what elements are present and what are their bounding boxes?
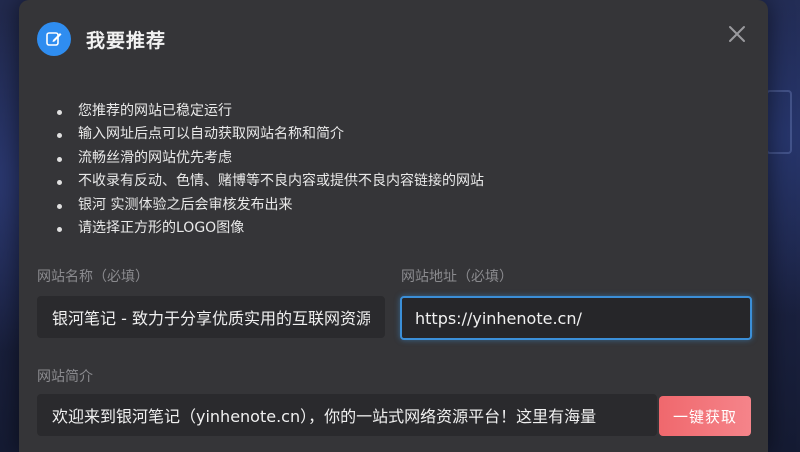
edit-icon — [37, 22, 71, 56]
guideline-item: 不收录有反动、色情、赌博等不良内容或提供不良内容链接的网站 — [57, 170, 484, 193]
background-decoration-icon — [766, 90, 792, 154]
auto-fetch-button[interactable]: 一键获取 — [659, 396, 751, 436]
guideline-item: 您推荐的网站已稳定运行 — [57, 100, 484, 123]
site-url-input[interactable] — [400, 296, 752, 340]
site-description-input[interactable] — [37, 394, 657, 436]
recommend-dialog: 我要推荐 您推荐的网站已稳定运行 输入网址后点可以自动获取网站名称和简介 流畅丝… — [19, 0, 768, 452]
site-name-input[interactable] — [37, 296, 385, 338]
guideline-item: 银河 实测体验之后会审核发布出来 — [57, 194, 484, 217]
site-name-label: 网站名称（必填） — [37, 269, 149, 285]
close-icon[interactable] — [725, 22, 749, 46]
guideline-item: 请选择正方形的LOGO图像 — [57, 217, 484, 240]
site-description-label: 网站简介 — [37, 369, 93, 385]
edit-icon-glyph — [46, 32, 62, 46]
site-url-label: 网站地址（必填） — [401, 269, 513, 285]
guideline-item: 流畅丝滑的网站优先考虑 — [57, 147, 484, 170]
recommend-guidelines: 您推荐的网站已稳定运行 输入网址后点可以自动获取网站名称和简介 流畅丝滑的网站优… — [57, 100, 484, 240]
dialog-title: 我要推荐 — [86, 30, 167, 52]
guideline-item: 输入网址后点可以自动获取网站名称和简介 — [57, 123, 484, 146]
